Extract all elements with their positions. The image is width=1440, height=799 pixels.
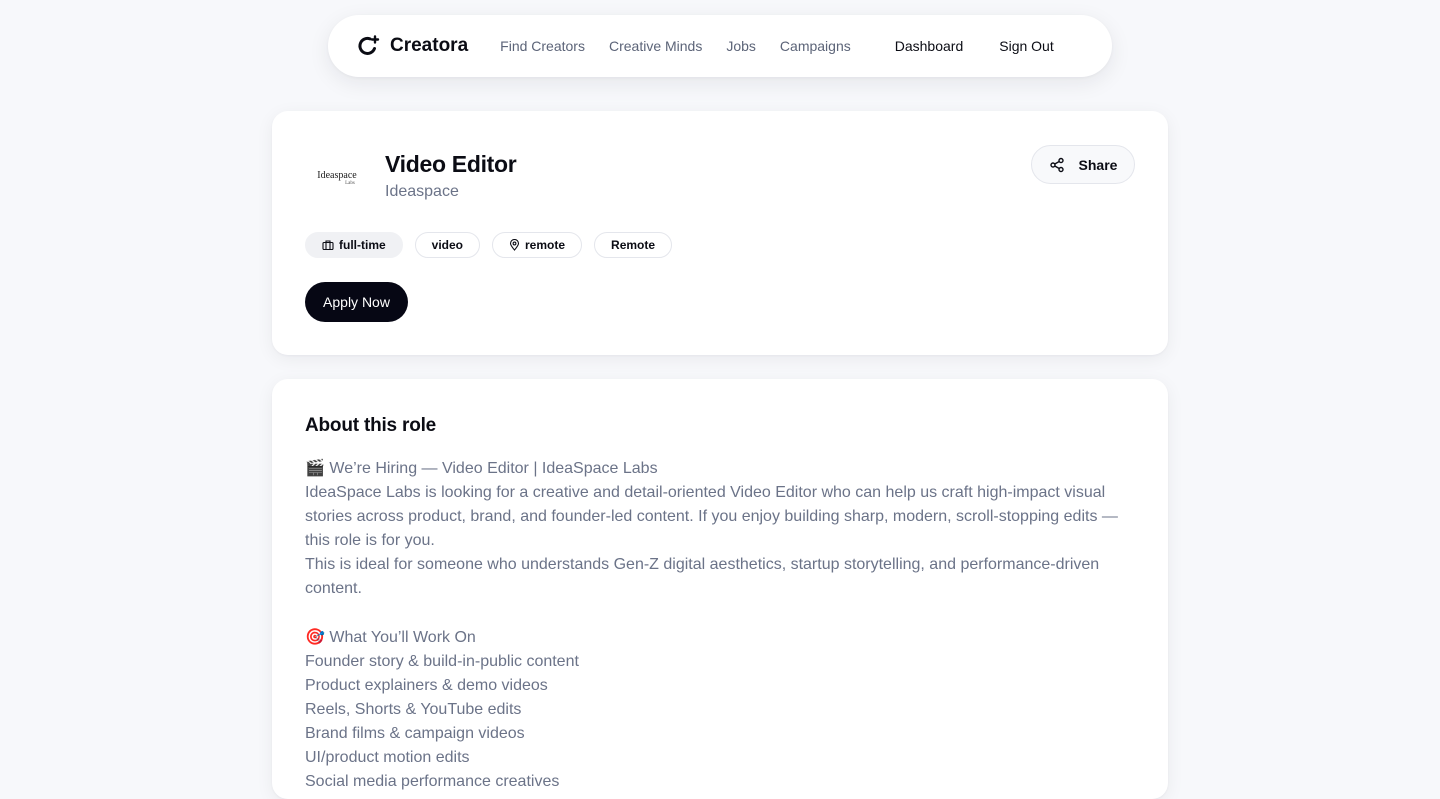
description-paragraph: This is ideal for someone who understand… — [305, 556, 1100, 597]
nav-actions: Dashboard Sign Out — [895, 38, 1054, 54]
share-button[interactable]: Share — [1031, 145, 1135, 184]
work-heading: What You’ll Work On — [329, 629, 476, 646]
about-role-card: About this role 🎬 We’re Hiring — Video E… — [272, 379, 1168, 799]
hiring-line: 🎬 We’re Hiring — Video Editor | IdeaSpac… — [305, 456, 1135, 481]
tag-category: video — [414, 232, 481, 258]
list-item: Founder story & build-in-public content — [305, 653, 579, 670]
job-tags: full-time video remote Remote — [305, 232, 673, 258]
nav-link-campaigns[interactable]: Campaigns — [780, 38, 851, 54]
work-heading-line: 🎯 What You’ll Work On — [305, 625, 1135, 650]
list-item: UI/product motion edits — [305, 749, 470, 766]
tag-label: remote — [525, 238, 566, 252]
sign-out-button[interactable]: Sign Out — [999, 38, 1053, 54]
apply-now-button[interactable]: Apply Now — [305, 282, 408, 322]
nav-link-find-creators[interactable]: Find Creators — [500, 38, 585, 54]
job-title: Video Editor — [385, 151, 517, 177]
brand-logo[interactable]: Creatora — [356, 34, 468, 58]
description-paragraph: IdeaSpace Labs is looking for a creative… — [305, 484, 1118, 549]
clapperboard-icon: 🎬 — [305, 458, 325, 477]
tag-label: Remote — [611, 238, 656, 252]
target-icon: 🎯 — [305, 627, 325, 646]
share-label: Share — [1078, 156, 1118, 173]
nav-links: Find Creators Creative Minds Jobs Campai… — [500, 38, 851, 54]
list-item: Reels, Shorts & YouTube edits — [305, 701, 522, 718]
tag-location: remote — [492, 232, 583, 258]
company-logo: Ideaspace Labs — [305, 146, 369, 210]
map-pin-icon — [509, 239, 520, 251]
about-description: 🎬 We’re Hiring — Video Editor | IdeaSpac… — [305, 456, 1135, 794]
list-item: Social media performance creatives — [305, 773, 560, 790]
company-logo-text: Ideaspace — [317, 169, 357, 181]
about-heading: About this role — [305, 415, 437, 436]
share-icon — [1049, 157, 1064, 172]
nav-link-creative-minds[interactable]: Creative Minds — [609, 38, 702, 54]
brand-name: Creatora — [390, 35, 469, 56]
tag-label: full-time — [339, 238, 386, 252]
creatora-logo-icon — [358, 35, 380, 55]
list-item: Brand films & campaign videos — [305, 725, 525, 742]
tag-employment-type: full-time — [305, 232, 403, 258]
tag-work-mode: Remote — [594, 232, 673, 258]
nav-link-jobs[interactable]: Jobs — [726, 38, 756, 54]
hiring-text: We’re Hiring — Video Editor | IdeaSpace … — [329, 460, 658, 477]
company-name[interactable]: Ideaspace — [385, 183, 459, 201]
company-logo-subtext: Labs — [345, 180, 355, 186]
job-header-card: Ideaspace Labs Video Editor Ideaspace Sh… — [272, 111, 1168, 355]
list-item: Product explainers & demo videos — [305, 677, 548, 694]
top-navbar: Creatora Find Creators Creative Minds Jo… — [328, 15, 1112, 77]
briefcase-icon — [322, 240, 334, 251]
dashboard-link[interactable]: Dashboard — [895, 38, 964, 54]
tag-label: video — [431, 238, 464, 252]
